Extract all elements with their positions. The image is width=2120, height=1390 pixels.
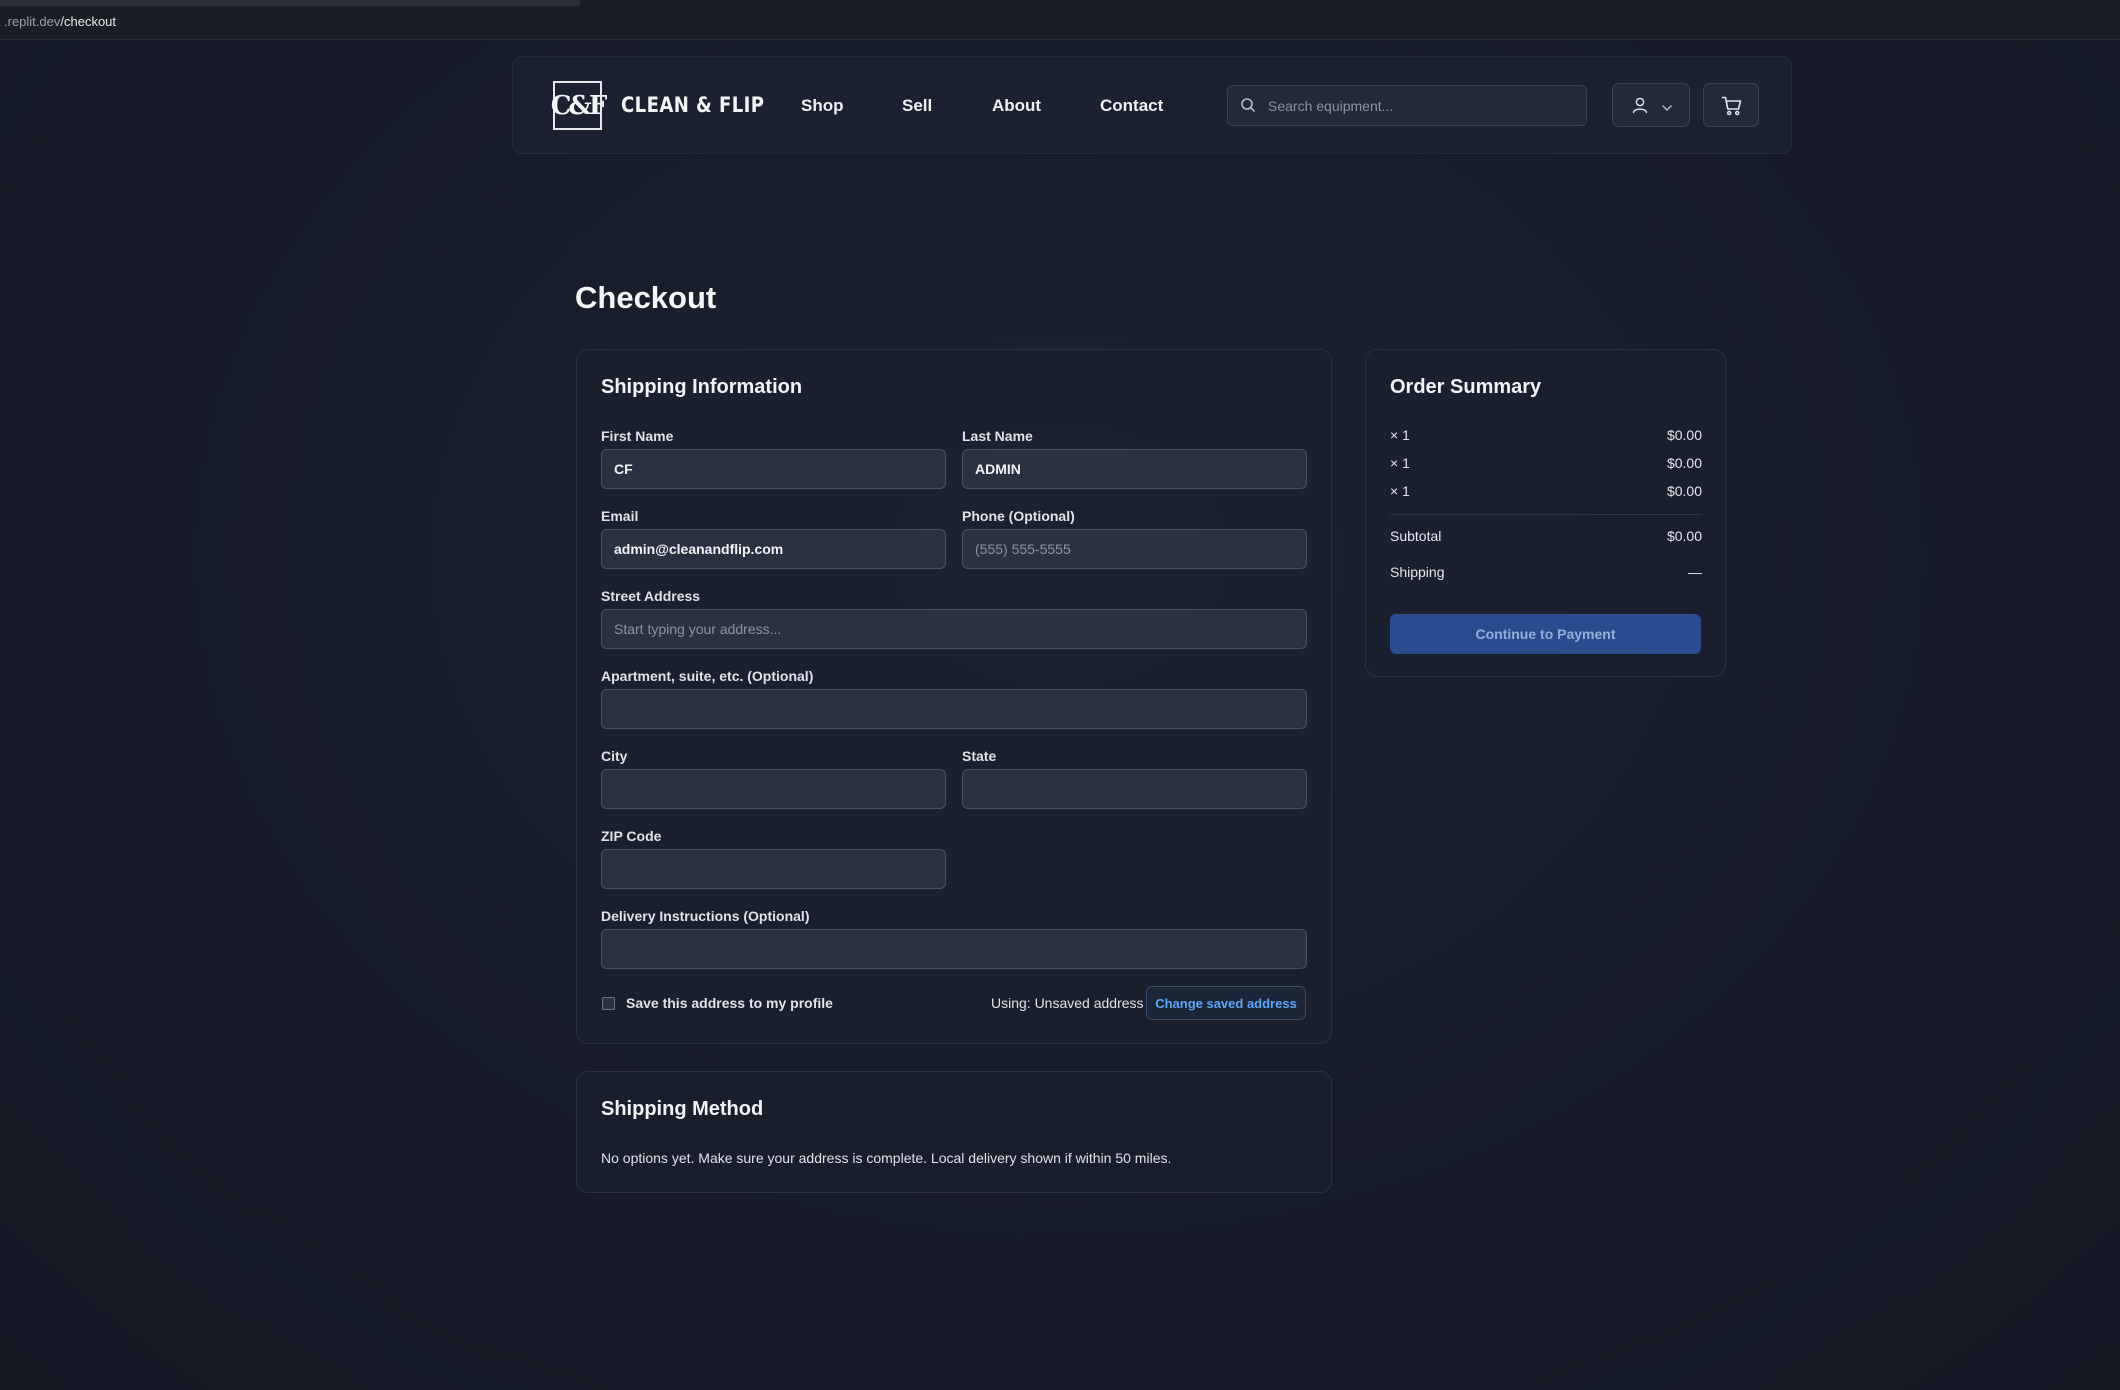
item-price: $0.00 [1666, 427, 1702, 443]
url-domain: .replit.dev [4, 14, 61, 29]
summary-item: × 1 $0.00 [1390, 455, 1702, 471]
city-label: City [601, 748, 628, 764]
apartment-label: Apartment, suite, etc. (Optional) [601, 668, 814, 684]
order-summary-title: Order Summary [1390, 376, 1542, 398]
state-label: State [962, 748, 997, 764]
delivery-instructions-field[interactable] [601, 929, 1307, 969]
zip-code-label: ZIP Code [601, 828, 662, 844]
first-name-label: First Name [601, 428, 674, 444]
item-quantity: × 1 [1390, 455, 1410, 471]
summary-item: × 1 $0.00 [1390, 427, 1702, 443]
item-quantity: × 1 [1390, 427, 1410, 443]
subtotal-row: Subtotal $0.00 [1390, 528, 1702, 544]
item-price: $0.00 [1666, 455, 1702, 471]
shipping-row: Shipping — [1390, 564, 1702, 580]
item-quantity: × 1 [1390, 483, 1410, 499]
user-icon [1631, 96, 1649, 119]
nav-link-shop[interactable]: Shop [801, 96, 844, 116]
summary-divider [1390, 514, 1702, 515]
cart-icon [1721, 95, 1743, 122]
continue-to-payment-button[interactable]: Continue to Payment [1390, 614, 1701, 654]
search-icon [1240, 97, 1256, 118]
delivery-instructions-label: Delivery Instructions (Optional) [601, 908, 810, 924]
page-title: Checkout [575, 280, 717, 315]
city-field[interactable] [601, 769, 946, 809]
shipping-information-title: Shipping Information [601, 376, 803, 398]
brand-name[interactable]: CLEAN & FLIP [621, 93, 764, 117]
save-address-label[interactable]: Save this address to my profile [626, 995, 833, 1011]
phone-field[interactable] [962, 529, 1307, 569]
top-navigation: C&F CLEAN & FLIP Shop Sell About Contact [512, 56, 1792, 154]
state-field[interactable] [962, 769, 1307, 809]
last-name-field[interactable] [962, 449, 1307, 489]
chevron-down-icon [1661, 100, 1673, 118]
phone-label: Phone (Optional) [962, 508, 1075, 524]
url-path: /checkout [60, 14, 117, 29]
nav-link-sell[interactable]: Sell [902, 96, 932, 116]
change-saved-address-button[interactable]: Change saved address [1146, 986, 1306, 1020]
shipping-method-card [576, 1071, 1332, 1193]
summary-item: × 1 $0.00 [1390, 483, 1702, 499]
cart-button[interactable] [1703, 83, 1759, 127]
url-text[interactable]: .replit.dev/checkout [4, 14, 116, 29]
shipping-value: — [1688, 564, 1702, 580]
nav-link-contact[interactable]: Contact [1100, 96, 1163, 116]
email-label: Email [601, 508, 639, 524]
browser-tab-strip [0, 0, 580, 6]
shipping-label: Shipping [1390, 564, 1445, 580]
street-address-label: Street Address [601, 588, 701, 604]
item-price: $0.00 [1666, 483, 1702, 499]
first-name-field[interactable] [601, 449, 946, 489]
zip-code-field[interactable] [601, 849, 946, 889]
browser-url-bar[interactable]: .replit.dev/checkout [0, 0, 2120, 40]
using-address-status: Using: Unsaved address [991, 995, 1144, 1011]
logo-mark[interactable]: C&F [551, 81, 607, 130]
shipping-method-message: No options yet. Make sure your address i… [601, 1150, 1172, 1166]
subtotal-label: Subtotal [1390, 528, 1442, 544]
street-address-field[interactable] [601, 609, 1307, 649]
search-input[interactable] [1268, 86, 1578, 125]
subtotal-value: $0.00 [1666, 528, 1702, 544]
last-name-label: Last Name [962, 428, 1033, 444]
shipping-method-title: Shipping Method [601, 1098, 764, 1120]
apartment-field[interactable] [601, 689, 1307, 729]
account-menu-button[interactable] [1612, 83, 1690, 127]
nav-link-about[interactable]: About [992, 96, 1041, 116]
email-field[interactable] [601, 529, 946, 569]
search-box [1227, 85, 1587, 126]
save-address-checkbox[interactable] [602, 997, 615, 1010]
